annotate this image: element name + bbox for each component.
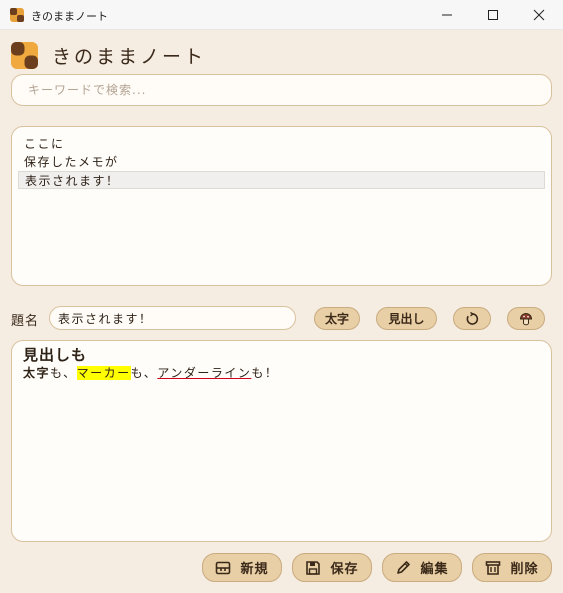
mushroom-button[interactable] [507, 307, 545, 330]
heading-button[interactable]: 見出し [376, 307, 437, 330]
new-button[interactable]: 新規 [202, 553, 282, 582]
new-button-label: 新規 [240, 562, 269, 577]
window-title: きのままノート [31, 10, 108, 23]
save-button-label: 保存 [330, 562, 359, 577]
delete-button[interactable]: 削除 [472, 553, 552, 582]
rich-text-editor[interactable]: 見出しも 太字も、マーカーも、アンダーラインも！ [11, 340, 552, 542]
close-button[interactable] [516, 0, 562, 30]
underline-text: アンダーライン [157, 366, 252, 380]
memo-list[interactable]: ここに 保存したメモが 表示されます！ [11, 126, 552, 286]
app-icon [10, 8, 24, 22]
maximize-icon [488, 10, 498, 20]
minimize-button[interactable] [424, 0, 470, 30]
title-row: 題名 太字 見出し [11, 306, 552, 332]
list-item[interactable]: 保存したメモが [18, 153, 545, 171]
pencil-icon [397, 560, 411, 574]
title-label: 題名 [11, 314, 40, 329]
title-input[interactable] [49, 306, 296, 330]
marker-text: マーカー [76, 366, 131, 380]
app-name: きのままノート [52, 46, 207, 68]
list-item[interactable]: ここに [18, 135, 545, 153]
maximize-button[interactable] [470, 0, 516, 30]
trash-icon [486, 560, 501, 575]
editor-line: 太字も、マーカーも、アンダーラインも！ [23, 365, 540, 381]
mushroom-icon [519, 312, 533, 325]
checker-logo-icon [11, 42, 38, 69]
list-item-selected[interactable]: 表示されます！ [18, 171, 545, 189]
editor-heading: 見出しも [23, 346, 88, 364]
close-icon [533, 9, 545, 21]
plain-text: も！ [251, 366, 279, 380]
rotate-button[interactable] [453, 307, 491, 330]
plain-text: も、 [130, 366, 158, 380]
new-note-icon [216, 561, 231, 574]
edit-button-label: 編集 [420, 562, 449, 577]
plain-text: も、 [50, 366, 77, 380]
window-titlebar[interactable]: きのままノート [0, 0, 563, 30]
search-input[interactable] [11, 74, 552, 106]
save-button[interactable]: 保存 [292, 553, 372, 582]
rotate-icon [466, 311, 479, 325]
save-icon [306, 560, 321, 575]
edit-button[interactable]: 編集 [382, 553, 462, 582]
app-header: きのままノート [11, 42, 206, 69]
minimize-icon [442, 14, 452, 16]
bold-button[interactable]: 太字 [314, 307, 360, 330]
delete-button-label: 削除 [510, 562, 539, 577]
bold-text: 太字 [23, 366, 51, 380]
